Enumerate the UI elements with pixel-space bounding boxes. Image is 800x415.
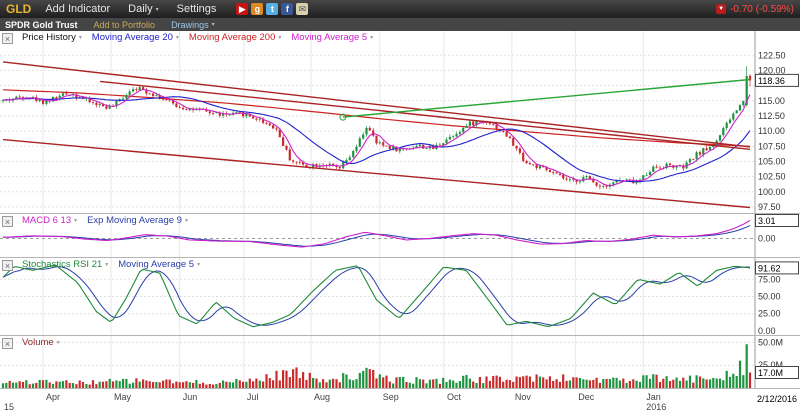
- chevron-down-icon: ▼: [184, 215, 189, 227]
- month-label: Jun: [183, 392, 198, 402]
- svg-text:25.00: 25.00: [758, 309, 781, 319]
- svg-text:97.50: 97.50: [758, 202, 781, 212]
- stoch-ma-label: Moving Average 5: [118, 259, 194, 271]
- price-change-label: -0.70 (-0.59%): [730, 4, 794, 15]
- close-panel-icon[interactable]: ×: [2, 33, 13, 44]
- month-label: Nov: [515, 392, 531, 402]
- chevron-down-icon: ▼: [56, 337, 61, 349]
- close-panel-icon[interactable]: ×: [2, 338, 13, 349]
- svg-text:50.0M: 50.0M: [758, 337, 783, 347]
- svg-text:112.50: 112.50: [758, 111, 785, 121]
- stock-chart-app: GLD Add Indicator Daily ▾ Settings ▶gtf✉…: [0, 0, 800, 415]
- chevron-down-icon: ▼: [277, 32, 282, 44]
- svg-text:91.62: 91.62: [758, 263, 781, 273]
- macd-signal-dropdown[interactable]: Exp Moving Average 9 ▼: [87, 215, 189, 227]
- stochastics-panel-header: × Stochastics RSI 21 ▼ Moving Average 5 …: [2, 259, 201, 271]
- chevron-down-icon: ▾: [156, 6, 159, 13]
- volume-dropdown[interactable]: Volume ▼: [22, 337, 61, 349]
- year-label: 2016: [646, 402, 666, 412]
- stoch-ma-dropdown[interactable]: Moving Average 5 ▼: [118, 259, 201, 271]
- symbol-subbar: SPDR Gold Trust Add to Portfolio Drawing…: [0, 18, 800, 31]
- chevron-down-icon: ▾: [212, 21, 215, 28]
- svg-text:0.00: 0.00: [758, 326, 776, 335]
- svg-text:100.00: 100.00: [758, 187, 786, 197]
- month-label: Oct: [447, 392, 461, 402]
- social-icons: ▶gtf✉: [236, 3, 308, 15]
- chevron-down-icon: ▼: [104, 259, 109, 271]
- macd-dropdown[interactable]: MACD 6 13 ▼: [22, 215, 78, 227]
- stochastics-panel: 75.00 50.00 25.00 0.00 91.62 × Stochastics R…: [0, 258, 800, 336]
- price-panel-header: × Price History ▼ Moving Average 20 ▼ Mo…: [2, 32, 374, 44]
- macd-panel-header: × MACD 6 13 ▼ Exp Moving Average 9 ▼: [2, 215, 189, 227]
- macd-panel: 0.00 3.01 × MACD 6 13 ▼ Exp Moving Averag…: [0, 214, 800, 258]
- ma20-label: Moving Average 20: [92, 32, 173, 44]
- month-label: Jan: [646, 392, 661, 402]
- close-panel-icon[interactable]: ×: [2, 216, 13, 227]
- month-label: Apr: [46, 392, 60, 402]
- svg-text:115.00: 115.00: [758, 96, 785, 106]
- price-panel: 122.50120.00115.00112.50110.00107.50105.…: [0, 31, 800, 214]
- stoch-rsi-dropdown[interactable]: Stochastics RSI 21 ▼: [22, 259, 109, 271]
- close-panel-icon[interactable]: ×: [2, 260, 13, 271]
- month-label: Sep: [383, 392, 399, 402]
- add-indicator-button[interactable]: Add Indicator: [45, 3, 110, 15]
- svg-text:122.50: 122.50: [758, 50, 786, 60]
- settings-button[interactable]: Settings: [177, 3, 217, 15]
- ma200-label: Moving Average 200: [189, 32, 275, 44]
- mail-icon[interactable]: ✉: [296, 3, 308, 15]
- volume-chart[interactable]: 50.0M25.0M17.0M: [0, 336, 800, 388]
- period-value: Daily: [128, 3, 152, 15]
- chevron-down-icon: ▼: [73, 215, 78, 227]
- ma5-label: Moving Average 5: [291, 32, 367, 44]
- chevron-down-icon: ▼: [196, 259, 201, 271]
- add-to-portfolio-button[interactable]: Add to Portfolio: [94, 20, 156, 30]
- price-history-dropdown[interactable]: Price History ▼: [22, 32, 83, 44]
- ma5-dropdown[interactable]: Moving Average 5 ▼: [291, 32, 374, 44]
- svg-text:107.50: 107.50: [758, 141, 786, 151]
- chevron-down-icon: ▼: [369, 32, 374, 44]
- period-dropdown[interactable]: Daily ▾: [128, 3, 158, 15]
- facebook-icon[interactable]: f: [281, 3, 293, 15]
- ma200-dropdown[interactable]: Moving Average 200 ▼: [189, 32, 282, 44]
- price-chart[interactable]: 122.50120.00115.00112.50110.00107.50105.…: [0, 31, 800, 213]
- svg-text:50.00: 50.00: [758, 292, 781, 302]
- chevron-down-icon: ▼: [78, 32, 83, 44]
- chart-area: 122.50120.00115.00112.50110.00107.50105.…: [0, 31, 800, 415]
- drawings-dropdown[interactable]: Drawings ▾: [171, 20, 215, 30]
- month-label: Jul: [247, 392, 259, 402]
- top-toolbar: GLD Add Indicator Daily ▾ Settings ▶gtf✉…: [0, 0, 800, 18]
- price-history-label: Price History: [22, 32, 76, 44]
- svg-text:110.00: 110.00: [758, 126, 785, 136]
- chevron-down-icon: ▼: [175, 32, 180, 44]
- month-label: May: [114, 392, 131, 402]
- volume-panel-header: × Volume ▼: [2, 337, 61, 349]
- svg-text:102.50: 102.50: [758, 172, 786, 182]
- svg-text:0.00: 0.00: [758, 233, 776, 243]
- x-axis: 15 2016 2/12/2016 Apr May Jun Jul Aug Sep Oct N…: [0, 389, 800, 415]
- drawings-label: Drawings: [171, 20, 209, 30]
- symbol-name-label: SPDR Gold Trust: [5, 20, 78, 30]
- macd-signal-label: Exp Moving Average 9: [87, 215, 182, 227]
- twitter-icon[interactable]: t: [266, 3, 278, 15]
- month-label: Aug: [314, 392, 330, 402]
- google-plus-icon[interactable]: g: [251, 3, 263, 15]
- video-icon[interactable]: ▶: [236, 3, 248, 15]
- svg-text:118.36: 118.36: [758, 76, 785, 86]
- svg-text:75.00: 75.00: [758, 274, 781, 284]
- month-label: Dec: [578, 392, 594, 402]
- symbol-label: GLD: [6, 2, 31, 16]
- svg-text:17.0M: 17.0M: [758, 368, 783, 378]
- ma20-dropdown[interactable]: Moving Average 20 ▼: [92, 32, 180, 44]
- svg-text:3.01: 3.01: [758, 216, 776, 226]
- volume-panel: 50.0M25.0M17.0M × Volume ▼: [0, 336, 800, 389]
- year-left-label: 15: [4, 402, 14, 412]
- macd-label: MACD 6 13: [22, 215, 71, 227]
- last-date-label: 2/12/2016: [757, 394, 797, 404]
- svg-text:105.00: 105.00: [758, 156, 786, 166]
- price-down-icon: ▼: [716, 4, 726, 14]
- volume-label: Volume: [22, 337, 54, 349]
- stoch-rsi-label: Stochastics RSI 21: [22, 259, 102, 271]
